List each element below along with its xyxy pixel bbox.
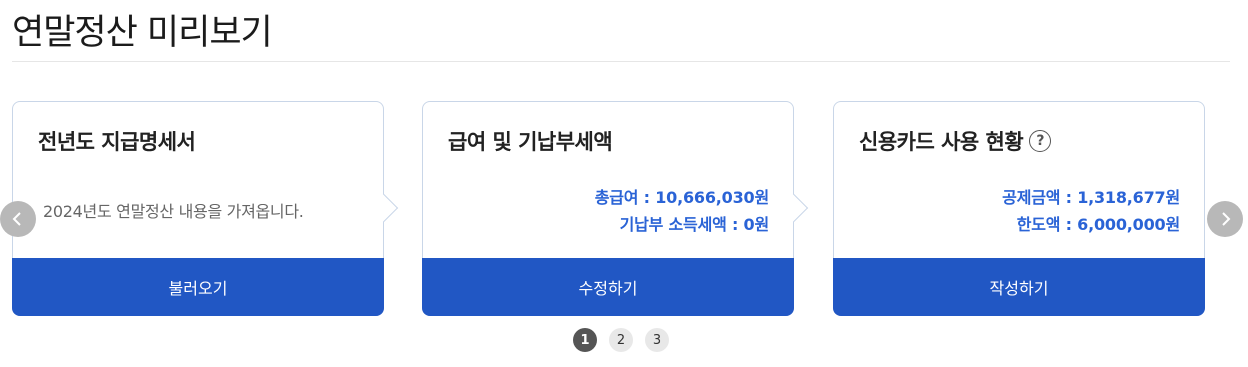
edit-button[interactable]: 수정하기 — [422, 258, 794, 316]
total-salary-value: 총급여 : 10,666,030원 — [594, 188, 769, 207]
card-title: 급여 및 기납부세액 — [448, 130, 613, 154]
prepaid-income-tax-value: 기납부 소득세액 : 0원 — [619, 215, 770, 234]
chevron-right-icon — [1222, 212, 1231, 226]
card-arrow-notch — [369, 193, 399, 223]
title-divider — [12, 61, 1230, 62]
load-button[interactable]: 불러오기 — [12, 258, 384, 316]
card-title: 신용카드 사용 현황? — [859, 126, 1052, 156]
card-title: 전년도 지급명세서 — [38, 130, 196, 154]
page-title: 연말정산 미리보기 — [12, 13, 273, 53]
card-salary-tax: 급여 및 기납부세액 총급여 : 10,666,030원 기납부 소득세액 : … — [422, 101, 809, 316]
chevron-left-icon — [12, 212, 21, 226]
limit-amount-value: 한도액 : 6,000,000원 — [1016, 215, 1181, 234]
carousel-prev-button[interactable] — [0, 201, 36, 237]
card-description: 2024년도 연말정산 내용을 가져옵니다. — [43, 202, 304, 221]
page-dot-3[interactable]: 3 — [645, 328, 669, 352]
pagination: 1 2 3 — [573, 328, 669, 352]
card-values: 총급여 : 10,666,030원 기납부 소득세액 : 0원 — [595, 184, 769, 238]
page-dot-1[interactable]: 1 — [573, 328, 597, 352]
card-title-text: 신용카드 사용 현황 — [859, 130, 1024, 154]
page-dot-2[interactable]: 2 — [609, 328, 633, 352]
question-circle-icon[interactable]: ? — [1029, 130, 1052, 152]
card-prior-year-statement: 전년도 지급명세서 2024년도 연말정산 내용을 가져옵니다. 불러오기 — [12, 101, 399, 316]
write-button[interactable]: 작성하기 — [833, 258, 1205, 316]
card-arrow-notch — [779, 193, 809, 223]
card-values: 공제금액 : 1,318,677원 한도액 : 6,000,000원 — [1002, 184, 1180, 238]
deduction-amount-value: 공제금액 : 1,318,677원 — [1002, 188, 1180, 207]
carousel-next-button[interactable] — [1207, 201, 1243, 237]
card-credit-card-usage: 신용카드 사용 현황? 공제금액 : 1,318,677원 한도액 : 6,00… — [833, 101, 1205, 316]
